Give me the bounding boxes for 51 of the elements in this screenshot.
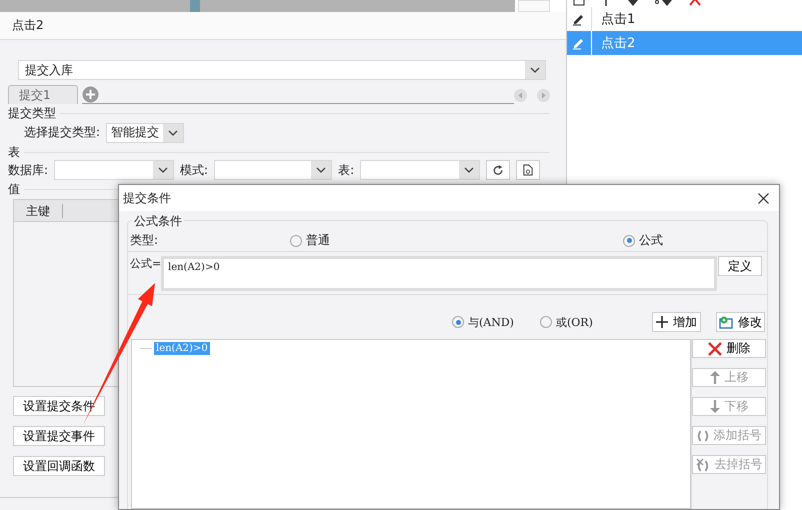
section-heading: 表	[8, 144, 20, 160]
group-label: 公式条件	[132, 213, 184, 230]
caret-icon	[168, 130, 178, 136]
field-label: 公式=	[130, 256, 161, 272]
up-arrow-icon	[710, 371, 720, 384]
refresh-icon	[493, 164, 504, 176]
horizontal-scrollbar[interactable]	[0, 0, 515, 12]
define-button[interactable]: 定义	[718, 256, 762, 276]
field-label: 选择提交类型:	[24, 124, 100, 141]
close-icon[interactable]	[758, 192, 769, 204]
radio-button[interactable]: 与(AND)	[452, 314, 514, 330]
section-heading: 值	[8, 180, 20, 198]
copy-icon[interactable]	[573, 0, 585, 6]
field-label: 表:	[338, 162, 354, 178]
radio-button[interactable]: 或(OR)	[540, 314, 593, 330]
dropdown[interactable]: 智能提交	[106, 122, 184, 142]
list-item-label: 点击2	[600, 35, 636, 52]
field-label: 数据库:	[8, 162, 48, 178]
dialog-title: 提交条件	[123, 190, 171, 206]
radio-button[interactable]: 公式	[623, 232, 663, 249]
formula-field[interactable]: len(A2)>0	[161, 256, 717, 291]
field-label: 模式:	[180, 162, 208, 178]
side-button[interactable]: 删除	[692, 339, 766, 358]
column-header: 主键	[14, 204, 63, 218]
action-button[interactable]: 设置回调函数	[13, 456, 105, 476]
panel-title: 点击2	[12, 17, 44, 34]
brackets-icon	[696, 430, 708, 442]
radio-button[interactable]: 普通	[290, 232, 330, 249]
pencil-icon	[572, 12, 586, 26]
add-tab-icon[interactable]	[82, 86, 99, 102]
caret-icon	[316, 167, 326, 173]
down-arrow-icon	[710, 400, 720, 413]
delete-icon	[708, 342, 722, 356]
pencil-icon	[572, 36, 586, 50]
caret-icon	[464, 167, 474, 173]
document-search-icon	[523, 163, 534, 177]
preview-button[interactable]	[516, 160, 540, 180]
field-label: 类型:	[130, 232, 160, 249]
add-button[interactable]: 增加	[652, 312, 701, 332]
refresh-button[interactable]	[486, 160, 510, 180]
list-item-label: 点击1	[600, 11, 636, 28]
section-heading: 提交类型	[8, 104, 56, 122]
edit-button[interactable]: 修改	[716, 312, 765, 332]
caret-icon	[530, 67, 540, 73]
action-button[interactable]: 设置提交事件	[13, 426, 105, 446]
tab[interactable]: 提交1	[8, 85, 78, 104]
brackets-cross-icon	[696, 458, 710, 472]
delete-icon[interactable]	[689, 0, 701, 6]
caret-icon	[158, 167, 168, 173]
plus-icon	[656, 316, 668, 328]
dropdown[interactable]: 提交入库	[18, 60, 546, 80]
